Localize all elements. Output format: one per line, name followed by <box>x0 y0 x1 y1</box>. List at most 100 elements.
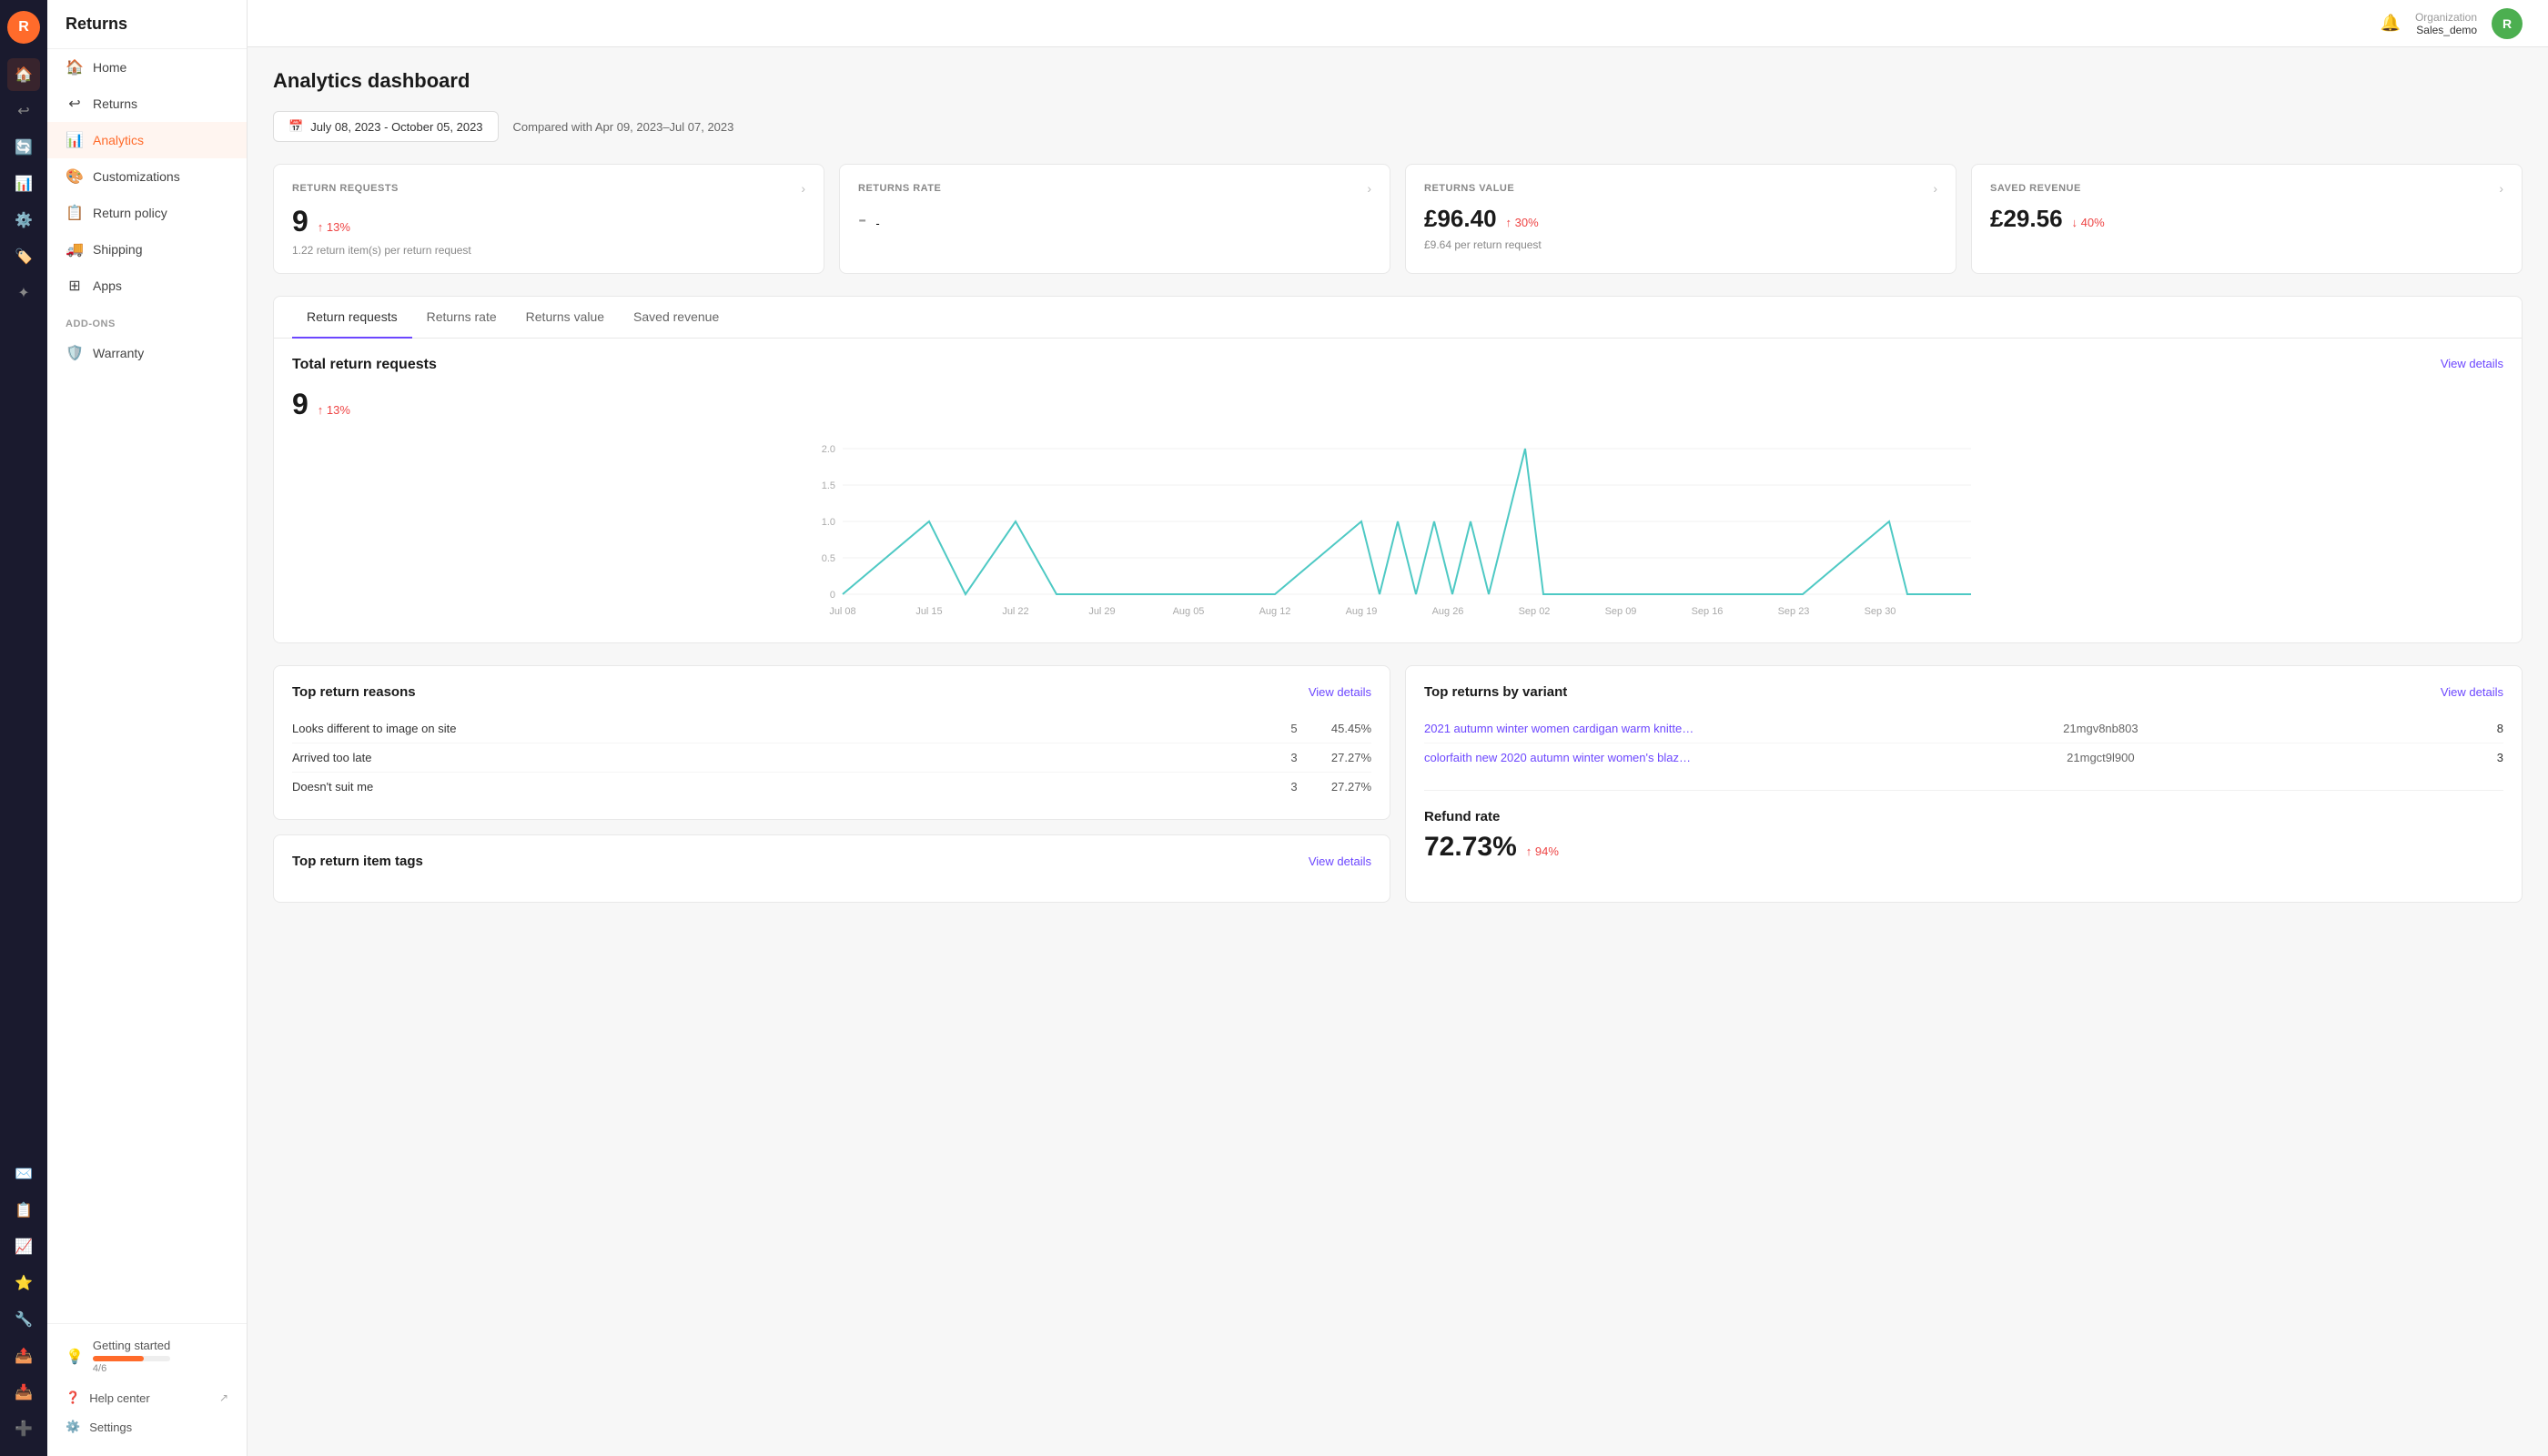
reason-text-2: Doesn't suit me <box>292 780 1280 794</box>
icon-nav-export[interactable]: 📤 <box>7 1340 40 1372</box>
metric-card-returns-value[interactable]: RETURNS VALUE › £96.40 ↑ 30% £9.64 per r… <box>1405 164 1956 274</box>
icon-nav-plus[interactable]: ➕ <box>7 1412 40 1445</box>
svg-text:Jul 22: Jul 22 <box>1002 606 1028 617</box>
svg-text:2.0: 2.0 <box>822 444 835 455</box>
top-bar-right: 🔔 Organization Sales_demo R <box>2381 8 2523 39</box>
icon-nav-list[interactable]: 📋 <box>7 1194 40 1227</box>
shipping-icon: 🚚 <box>66 240 84 258</box>
reason-pct-2: 27.27% <box>1308 780 1371 794</box>
variant-count-0: 8 <box>2497 722 2503 735</box>
nav-item-return-policy[interactable]: 📋 Return policy <box>47 195 247 231</box>
nav-item-customizations-label: Customizations <box>93 169 180 184</box>
top-return-item-tags-view-details[interactable]: View details <box>1309 854 1371 868</box>
metric-change-saved-revenue: ↓ 40% <box>2072 216 2105 229</box>
icon-nav-home[interactable]: 🏠 <box>7 58 40 91</box>
chart-value: 9 <box>292 388 308 421</box>
icon-nav-refresh[interactable]: 🔄 <box>7 131 40 164</box>
variant-count-1: 3 <box>2497 751 2503 764</box>
settings-label: Settings <box>89 1421 132 1434</box>
variant-link-1[interactable]: colorfaith new 2020 autumn winter women'… <box>1424 751 1697 764</box>
nav-item-home[interactable]: 🏠 Home <box>47 49 247 86</box>
icon-nav-settings[interactable]: ⚙️ <box>7 204 40 237</box>
home-icon: 🏠 <box>66 58 84 76</box>
icon-nav-mail[interactable]: ✉️ <box>7 1158 40 1190</box>
metric-card-returns-rate[interactable]: RETURNS RATE › - - <box>839 164 1390 274</box>
variant-row-0: 2021 autumn winter women cardigan warm k… <box>1424 714 2503 743</box>
reason-row-2: Doesn't suit me 3 27.27% <box>292 773 1371 801</box>
svg-text:0: 0 <box>830 590 835 601</box>
svg-text:Sep 30: Sep 30 <box>1865 606 1896 617</box>
svg-text:Aug 19: Aug 19 <box>1346 606 1378 617</box>
reason-count-1: 3 <box>1280 751 1308 764</box>
refund-rate-change: ↑ 94% <box>1526 844 1559 858</box>
nav-item-returns[interactable]: ↩ Returns <box>47 86 247 122</box>
variant-list: 2021 autumn winter women cardigan warm k… <box>1424 714 2503 772</box>
variant-sku-0: 21mgv8nb803 <box>2063 722 2138 735</box>
tab-saved-revenue[interactable]: Saved revenue <box>619 297 733 339</box>
nav-item-analytics[interactable]: 📊 Analytics <box>47 122 247 158</box>
metric-sub-return-requests: 1.22 return item(s) per return request <box>292 244 805 257</box>
icon-nav-tag[interactable]: 🏷️ <box>7 240 40 273</box>
calendar-icon: 📅 <box>288 119 303 134</box>
progress-label: 4/6 <box>93 1363 170 1374</box>
org-info: Organization Sales_demo <box>2415 11 2477 36</box>
tab-returns-value[interactable]: Returns value <box>511 297 619 339</box>
reason-text-0: Looks different to image on site <box>292 722 1280 735</box>
nav-item-apps-label: Apps <box>93 278 122 293</box>
nav-item-warranty[interactable]: 🛡️ Warranty <box>47 335 247 371</box>
metric-change-return-requests: ↑ 13% <box>318 220 350 234</box>
chart-view-details-button[interactable]: View details <box>2441 357 2503 370</box>
svg-text:Sep 02: Sep 02 <box>1519 606 1551 617</box>
return-policy-icon: 📋 <box>66 204 84 222</box>
variant-row-1: colorfaith new 2020 autumn winter women'… <box>1424 743 2503 772</box>
icon-nav-diamond[interactable]: ⭐ <box>7 1267 40 1299</box>
variant-link-0[interactable]: 2021 autumn winter women cardigan warm k… <box>1424 722 1697 735</box>
icon-nav-returns[interactable]: ↩ <box>7 95 40 127</box>
icon-nav-import[interactable]: 📥 <box>7 1376 40 1409</box>
reason-text-1: Arrived too late <box>292 751 1280 764</box>
metric-card-return-requests[interactable]: RETURN REQUESTS › 9 ↑ 13% 1.22 return it… <box>273 164 824 274</box>
metric-card-saved-revenue[interactable]: SAVED REVENUE › £29.56 ↓ 40% <box>1971 164 2523 274</box>
nav-item-analytics-label: Analytics <box>93 133 144 147</box>
icon-nav-chart[interactable]: 📈 <box>7 1230 40 1263</box>
reason-pct-1: 27.27% <box>1308 751 1371 764</box>
icon-nav-analytics[interactable]: 📊 <box>7 167 40 200</box>
app-logo[interactable]: R <box>7 11 40 44</box>
getting-started[interactable]: 💡 Getting started 4/6 <box>66 1339 228 1374</box>
page-content: Analytics dashboard 📅 July 08, 2023 - Oc… <box>248 47 2548 1456</box>
settings-icon: ⚙️ <box>66 1420 80 1434</box>
help-center-label: Help center <box>89 1391 149 1405</box>
reason-pct-0: 45.45% <box>1308 722 1371 735</box>
help-center-link[interactable]: ❓ Help center ↗ <box>66 1383 228 1412</box>
date-range-button[interactable]: 📅 July 08, 2023 - October 05, 2023 <box>273 111 499 142</box>
top-returns-by-variant-view-details[interactable]: View details <box>2441 685 2503 699</box>
nav-item-shipping[interactable]: 🚚 Shipping <box>47 231 247 268</box>
notification-bell-icon[interactable]: 🔔 <box>2381 14 2401 33</box>
icon-nav-star[interactable]: ✦ <box>7 277 40 309</box>
nav-item-apps[interactable]: ⊞ Apps <box>47 268 247 304</box>
compare-text: Compared with Apr 09, 2023–Jul 07, 2023 <box>513 120 734 134</box>
warranty-icon: 🛡️ <box>66 344 84 362</box>
page-title: Analytics dashboard <box>273 69 2523 93</box>
chevron-icon-2: › <box>1933 181 1937 196</box>
nav-footer: 💡 Getting started 4/6 ❓ Help center ↗ ⚙️… <box>47 1323 247 1456</box>
metric-value-returns-rate: - <box>858 205 866 234</box>
chevron-icon-1: › <box>1367 181 1371 196</box>
top-return-reasons-view-details[interactable]: View details <box>1309 685 1371 699</box>
icon-nav-wrench[interactable]: 🔧 <box>7 1303 40 1336</box>
top-return-item-tags-panel: Top return item tags View details <box>273 834 1390 903</box>
tab-return-requests[interactable]: Return requests <box>292 297 412 339</box>
nav-item-customizations[interactable]: 🎨 Customizations <box>47 158 247 195</box>
metric-cards: RETURN REQUESTS › 9 ↑ 13% 1.22 return it… <box>273 164 2523 274</box>
nav-item-warranty-label: Warranty <box>93 346 144 360</box>
main-content: 🔔 Organization Sales_demo R Analytics da… <box>248 0 2548 1456</box>
apps-icon: ⊞ <box>66 277 84 295</box>
avatar[interactable]: R <box>2492 8 2523 39</box>
metric-label-return-requests: RETURN REQUESTS <box>292 183 399 194</box>
right-panel: Top returns by variant View details 2021… <box>1405 665 2523 903</box>
org-label: Organization <box>2415 11 2477 24</box>
tab-returns-rate[interactable]: Returns rate <box>412 297 511 339</box>
top-returns-by-variant-title: Top returns by variant <box>1424 684 1567 700</box>
nav-item-shipping-label: Shipping <box>93 242 143 257</box>
settings-link[interactable]: ⚙️ Settings <box>66 1412 228 1441</box>
